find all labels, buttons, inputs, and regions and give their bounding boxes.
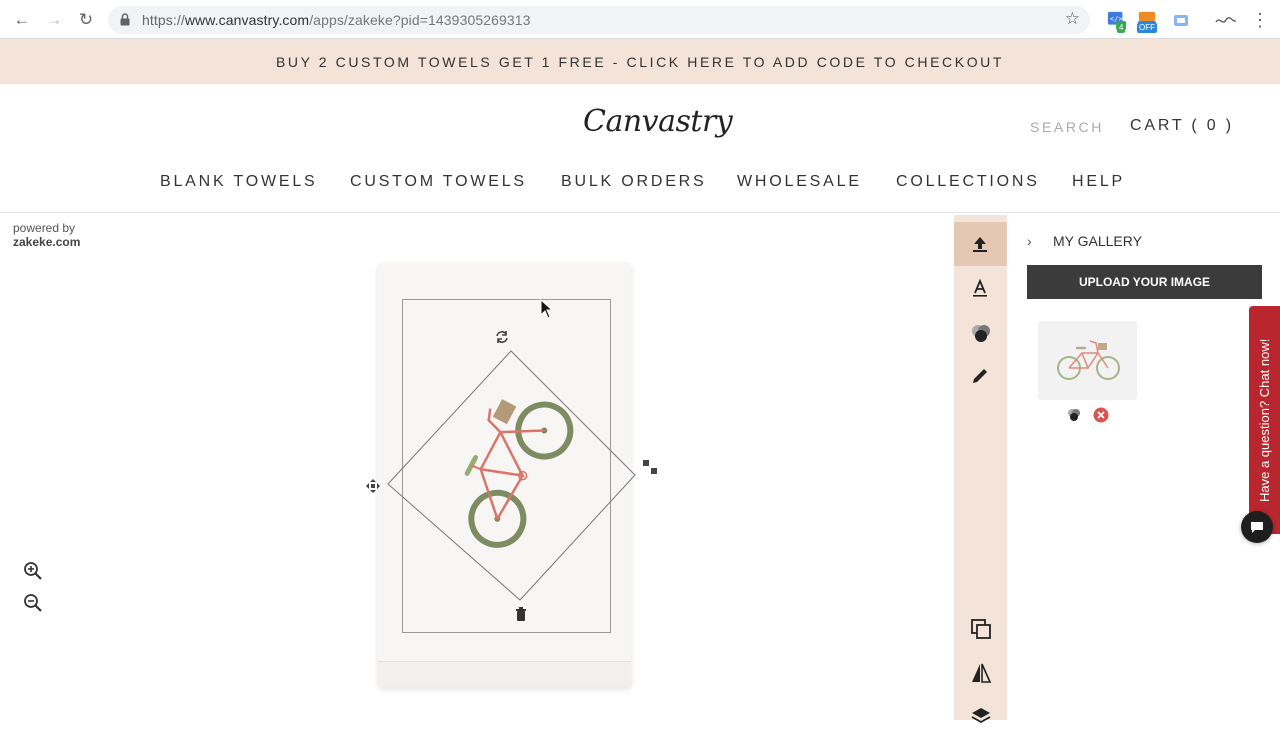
chat-tab[interactable]: Have a question? Chat now! (1249, 306, 1280, 534)
my-gallery-toggle[interactable]: › MY GALLERY (1027, 233, 1142, 249)
url-host: www.canvastry.com (184, 12, 310, 28)
url-scheme: https:// (142, 12, 185, 28)
chat-bubble-button[interactable] (1241, 511, 1273, 543)
designer-tool-strip (954, 215, 1007, 724)
flip-icon (972, 663, 992, 683)
url-path: /apps/zakeke?pid=1439305269313 (309, 12, 531, 28)
bookmark-star-icon[interactable]: ☆ (1065, 9, 1080, 29)
upload-image-button[interactable]: UPLOAD YOUR IMAGE (1027, 265, 1262, 299)
nav-item-wholesale[interactable]: WHOLESALE (737, 173, 862, 191)
nav-item-custom-towels[interactable]: CUSTOM TOWELS (350, 173, 527, 191)
lock-icon (120, 13, 130, 26)
layers-icon (971, 708, 991, 724)
bicycle-thumbnail-image (1057, 340, 1120, 380)
color-palette-icon (972, 325, 990, 342)
header-divider (0, 212, 1280, 213)
chat-icon (1251, 522, 1263, 533)
resize-handle-icon[interactable] (642, 459, 658, 475)
rotate-handle-icon[interactable] (494, 329, 510, 345)
upload-icon (973, 237, 987, 252)
browser-menu-icon[interactable]: ⋮ (1250, 10, 1270, 30)
move-handle-icon[interactable] (365, 478, 381, 494)
powered-by-label: powered by (13, 221, 76, 235)
site-logo[interactable]: Canvastry (583, 104, 733, 139)
nav-item-blank-towels[interactable]: BLANK TOWELS (160, 173, 318, 191)
signature-extension-icon[interactable] (1214, 11, 1238, 31)
towel-hem (378, 661, 631, 687)
promo-banner[interactable]: BUY 2 CUSTOM TOWELS GET 1 FREE - CLICK H… (0, 39, 1280, 84)
cart-link[interactable]: CART ( 0 ) (1130, 117, 1234, 135)
chat-tab-label[interactable]: Have a question? Chat now! (1257, 339, 1272, 502)
nav-item-help[interactable]: HELP (1072, 173, 1125, 191)
pencil-icon (973, 369, 987, 383)
my-gallery-title: MY GALLERY (1053, 233, 1142, 249)
layers-tool-button[interactable] (954, 693, 1007, 737)
draw-tool-button[interactable] (954, 354, 1007, 398)
translate-extension-icon[interactable] (1172, 11, 1190, 31)
extension-badge-off: OFF (1137, 23, 1157, 33)
nav-item-collections[interactable]: COLLECTIONS (896, 173, 1040, 191)
print-area (402, 299, 611, 633)
address-bar[interactable]: https://www.canvastry.com/apps/zakeke?pi… (108, 6, 1090, 34)
upload-tool-button[interactable] (954, 222, 1007, 266)
main-nav: BLANK TOWELS CUSTOM TOWELS BULK ORDERS W… (0, 173, 1280, 195)
mouse-cursor-icon (540, 299, 554, 319)
url-text: https://www.canvastry.com/apps/zakeke?pi… (142, 12, 531, 28)
nav-item-bulk-orders[interactable]: BULK ORDERS (561, 173, 707, 191)
chevron-right-icon: › (1027, 233, 1032, 249)
forward-icon[interactable]: → (44, 10, 64, 30)
thumbnail-color-icon[interactable] (1066, 407, 1082, 423)
delete-handle-icon[interactable] (513, 606, 529, 622)
promo-text[interactable]: BUY 2 CUSTOM TOWELS GET 1 FREE - CLICK H… (276, 54, 1004, 70)
back-icon[interactable]: ← (12, 10, 32, 30)
duplicate-icon (971, 619, 991, 639)
zoom-in-icon[interactable] (22, 560, 44, 582)
browser-toolbar: ← → ↻ https://www.canvastry.com/apps/zak… (0, 0, 1280, 39)
reload-icon[interactable]: ↻ (76, 10, 96, 30)
duplicate-tool-button[interactable] (954, 606, 1007, 650)
zoom-out-icon[interactable] (22, 592, 44, 614)
powered-by-brand[interactable]: zakeke.com (13, 235, 80, 249)
flip-tool-button[interactable] (954, 650, 1007, 694)
extension-badge-count: 4 (1117, 23, 1126, 33)
powered-by[interactable]: powered by zakeke.com (13, 221, 80, 249)
search-link[interactable]: SEARCH (1030, 119, 1104, 135)
text-tool-button[interactable] (954, 266, 1007, 310)
text-icon (973, 278, 987, 297)
color-tool-button[interactable] (954, 310, 1007, 354)
gallery-thumbnail-bicycle[interactable] (1038, 321, 1137, 400)
thumbnail-remove-icon[interactable] (1093, 407, 1109, 423)
